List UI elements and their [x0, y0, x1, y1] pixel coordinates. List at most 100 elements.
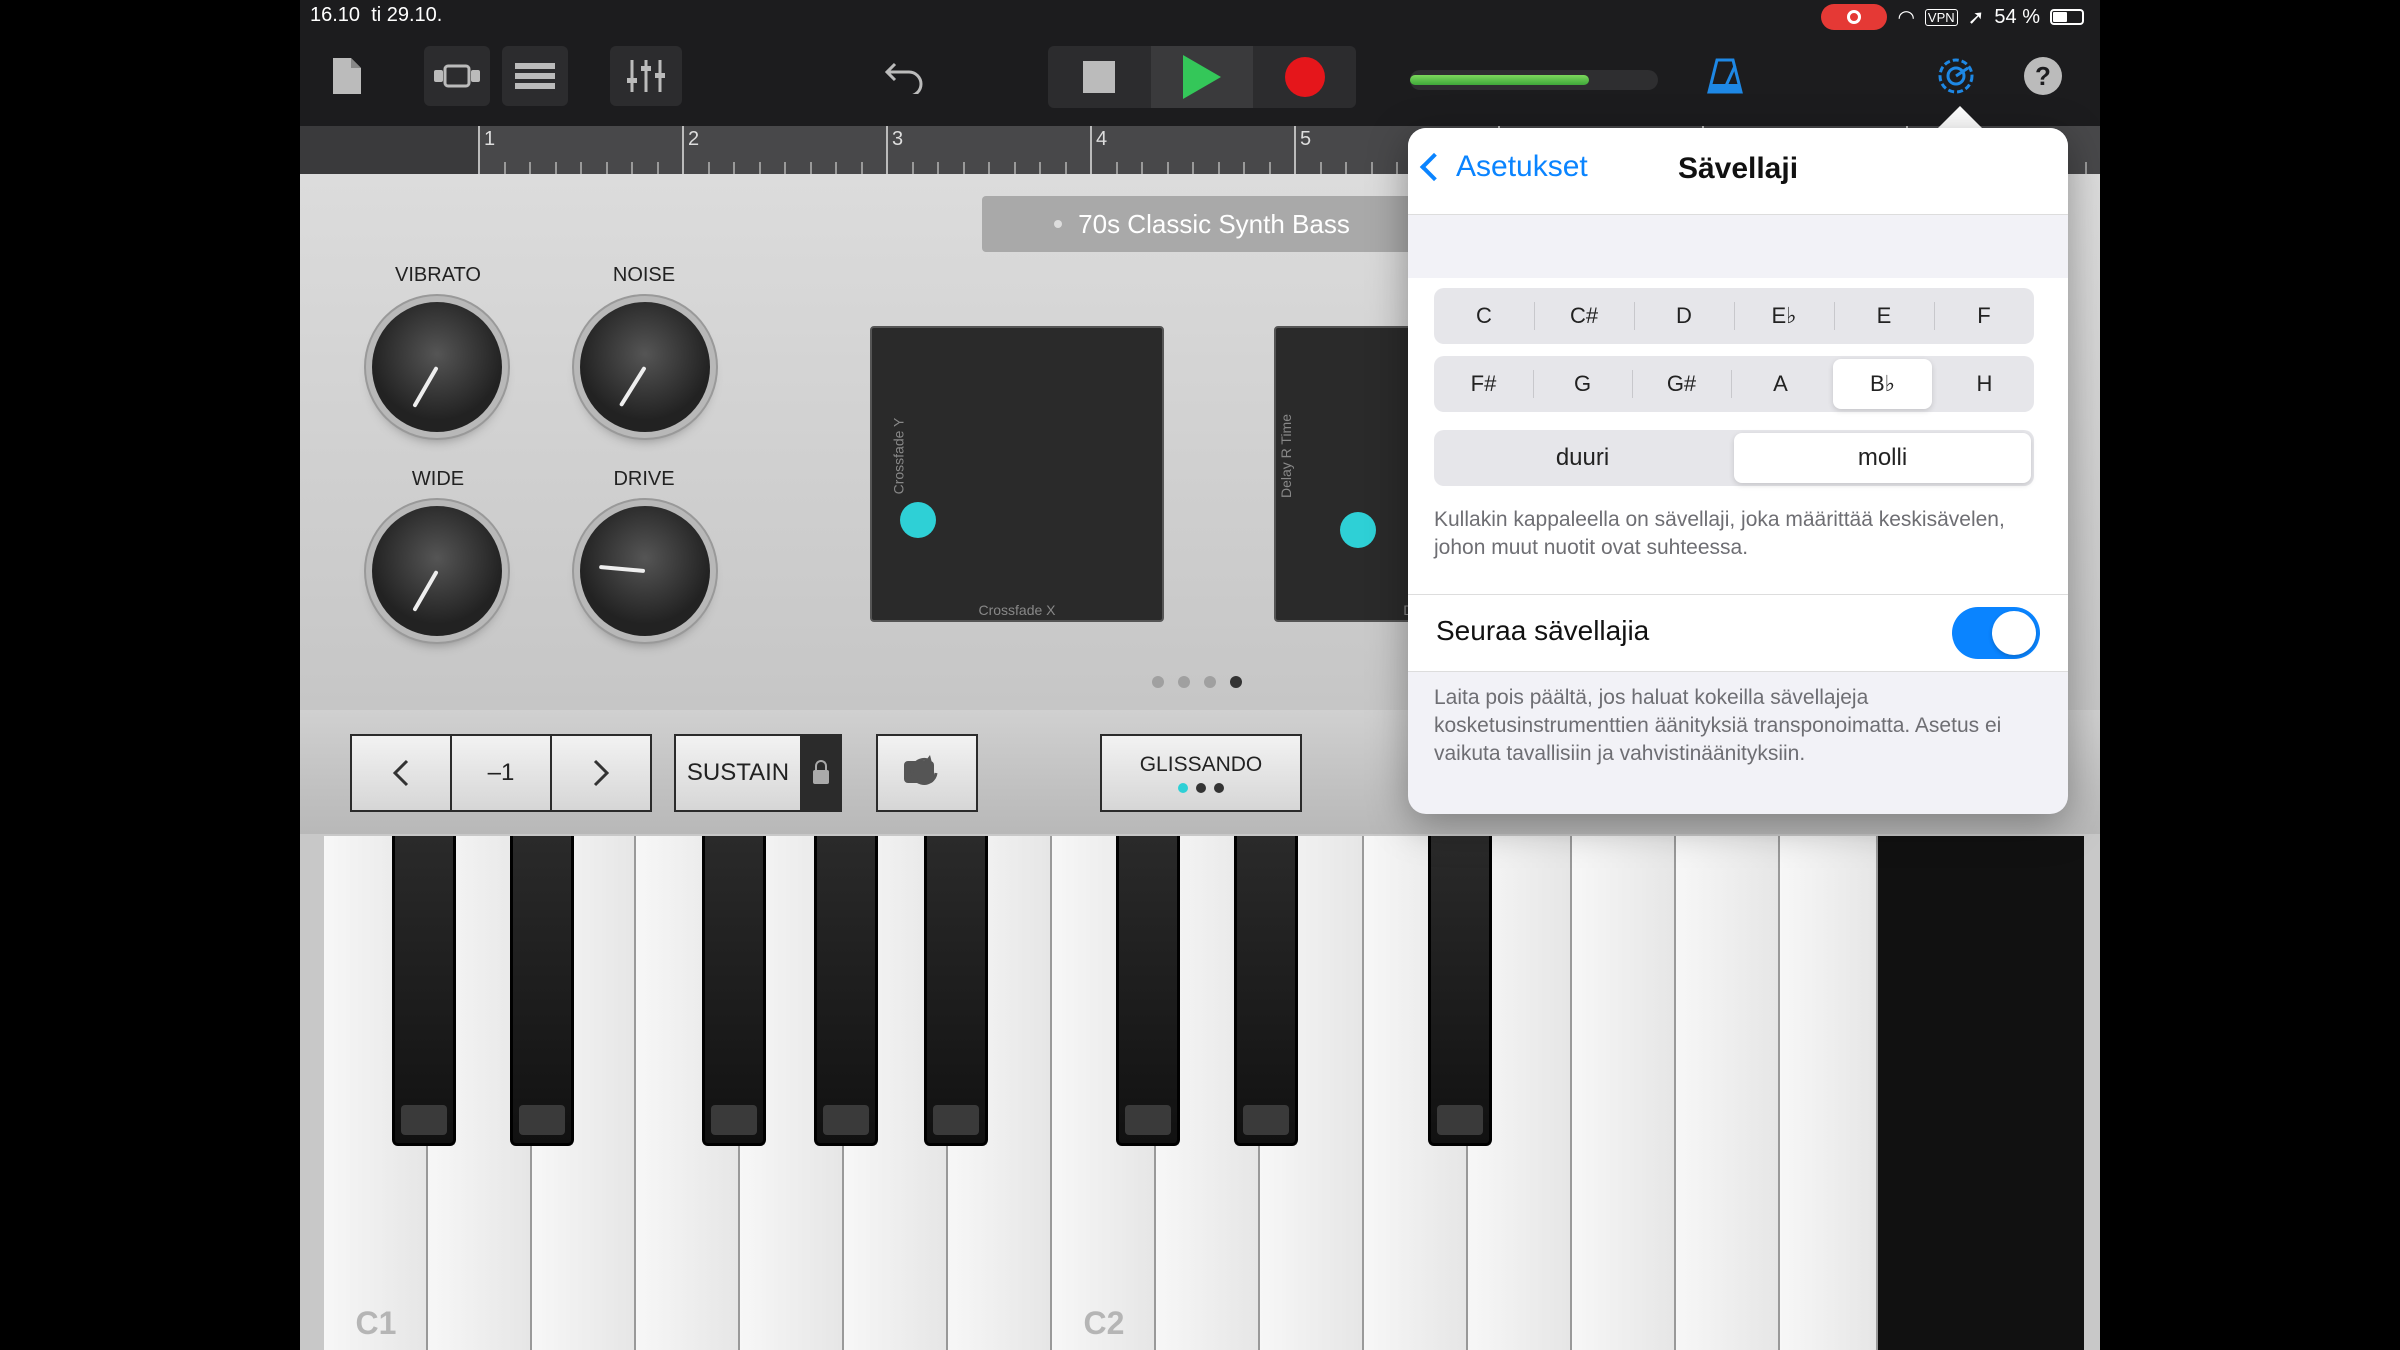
settings-gear-icon[interactable]: [1928, 46, 1984, 106]
metronome-icon[interactable]: [1700, 46, 1750, 106]
sustain-lock-icon[interactable]: [800, 734, 842, 812]
white-key[interactable]: [1572, 836, 1676, 1350]
black-key[interactable]: [392, 836, 456, 1146]
mode-minor-option[interactable]: molli: [1734, 433, 2031, 483]
black-key[interactable]: [702, 836, 766, 1146]
xy-pad-handle[interactable]: [1340, 512, 1376, 548]
record-icon: [1284, 57, 1325, 97]
ruler-tick: [1141, 162, 1143, 174]
mode-major-option[interactable]: duuri: [1434, 430, 1731, 486]
undo-icon[interactable]: [880, 46, 930, 106]
black-key[interactable]: [814, 836, 878, 1146]
key-option[interactable]: H: [1935, 356, 2034, 412]
glissando-mode-dots: [1178, 783, 1224, 793]
tracks-view-icon[interactable]: [502, 46, 568, 106]
key-option[interactable]: C#: [1534, 288, 1634, 344]
noise-label: NOISE: [612, 264, 676, 286]
key-option[interactable]: G: [1533, 356, 1632, 412]
arpeggiator-button[interactable]: [876, 734, 978, 812]
status-time: 16.10: [310, 4, 361, 26]
arpeggiator-icon: [904, 755, 938, 785]
ruler-tick: [503, 162, 506, 174]
octave-up-button[interactable]: [550, 734, 652, 812]
xy-pad-handle[interactable]: [900, 502, 936, 538]
octave-value: –1: [450, 734, 552, 812]
follow-key-toggle[interactable]: [1952, 607, 2040, 659]
pad-y-label: Delay R Time: [1278, 413, 1295, 499]
pad-x-label: Crossfade X: [978, 602, 1056, 618]
vibrato-knob[interactable]: [372, 302, 502, 432]
stop-button[interactable]: [1048, 46, 1151, 108]
preset-name-button[interactable]: 70s Classic Synth Bass: [982, 196, 1422, 252]
key-label-c1: C1: [355, 1305, 397, 1341]
location-icon: ➚: [1967, 6, 1985, 29]
record-button[interactable]: [1253, 46, 1356, 108]
black-key[interactable]: [1234, 836, 1298, 1146]
wide-label: WIDE: [411, 468, 465, 490]
glissando-button[interactable]: GLISSANDO: [1100, 734, 1302, 812]
key-option[interactable]: G#: [1632, 356, 1731, 412]
key-description: Kullakin kappaleella on sävellaji, joka …: [1434, 508, 2005, 559]
key-settings-popover: Asetukset Sävellaji C C# D E♭ E F F# G G…: [1408, 128, 2068, 814]
browser-view-icon[interactable]: [424, 46, 490, 106]
key-option[interactable]: E♭: [1734, 288, 1834, 344]
black-key[interactable]: [924, 836, 988, 1146]
key-option[interactable]: F#: [1434, 356, 1533, 412]
toolbar: ?: [300, 34, 2100, 126]
battery-percent: 54 %: [1994, 5, 2040, 28]
key-row-2: F# G G# A B♭ H: [1434, 356, 2034, 412]
white-key[interactable]: [1780, 836, 1878, 1350]
octave-down-button[interactable]: [350, 734, 452, 812]
drive-knob[interactable]: [580, 506, 710, 636]
sustain-button[interactable]: SUSTAIN: [674, 734, 802, 812]
key-option[interactable]: E: [1834, 288, 1934, 344]
ruler-bar-5: 5: [1300, 128, 1312, 150]
screen-recording-icon[interactable]: [1821, 4, 1888, 30]
glissando-label: GLISSANDO: [1139, 753, 1263, 776]
black-key[interactable]: [510, 836, 574, 1146]
ruler-tick: [1217, 162, 1220, 174]
ruler-tick: [962, 162, 965, 174]
ruler-bar-4: 4: [1096, 128, 1108, 150]
ruler-bar-3: 3: [892, 128, 904, 150]
status-bar: 16.10 ti 29.10. ◠ VPN ➚ 54 %: [300, 0, 2100, 34]
follow-key-description: Laita pois päältä, jos haluat kokeilla s…: [1434, 686, 2002, 765]
piano-keyboard: C1 C2: [324, 836, 2084, 1350]
key-option[interactable]: D: [1634, 288, 1734, 344]
ruler-tick: [1243, 162, 1245, 174]
ruler-tick: [1345, 162, 1347, 174]
ruler-tick: [758, 162, 761, 174]
ruler-tick: [1064, 162, 1067, 174]
ruler-tick: [707, 162, 710, 174]
ruler-tick: [911, 162, 914, 174]
ruler-bar-1: 1: [484, 128, 496, 150]
black-key[interactable]: [1116, 836, 1180, 1146]
page-indicator[interactable]: [1152, 676, 1242, 688]
garageband-screen: 16.10 ti 29.10. ◠ VPN ➚ 54 % ? 1 2 3 4 5…: [300, 0, 2100, 1350]
white-key[interactable]: [1676, 836, 1780, 1350]
wide-knob[interactable]: [372, 506, 502, 636]
key-option-selected[interactable]: B♭: [1833, 359, 1932, 409]
key-label-c2: C2: [1083, 1305, 1125, 1341]
mixer-icon[interactable]: [610, 46, 682, 106]
noise-knob[interactable]: [580, 302, 710, 432]
play-button[interactable]: [1150, 46, 1254, 108]
ruler-tick: [478, 126, 480, 174]
popover-title: Sävellaji: [1677, 152, 1799, 185]
preset-dot-icon: [1054, 220, 1063, 228]
ruler-tick: [682, 126, 684, 174]
ruler-tick: [1268, 162, 1271, 174]
black-key[interactable]: [1428, 836, 1492, 1146]
ruler-tick: [860, 162, 863, 174]
key-option[interactable]: A: [1731, 356, 1830, 412]
help-icon[interactable]: ?: [2018, 46, 2068, 106]
ruler-tick: [580, 162, 582, 174]
key-option[interactable]: C: [1434, 288, 1534, 344]
crossfade-xy-pad[interactable]: Crossfade Y Crossfade X: [870, 326, 1164, 622]
ruler-tick: [605, 162, 608, 174]
document-icon[interactable]: [322, 46, 372, 106]
chevron-left-icon: [392, 759, 409, 787]
key-option[interactable]: F: [1934, 288, 2034, 344]
key-row-1: C C# D E♭ E F: [1434, 288, 2034, 344]
master-volume-slider[interactable]: [1410, 70, 1658, 90]
